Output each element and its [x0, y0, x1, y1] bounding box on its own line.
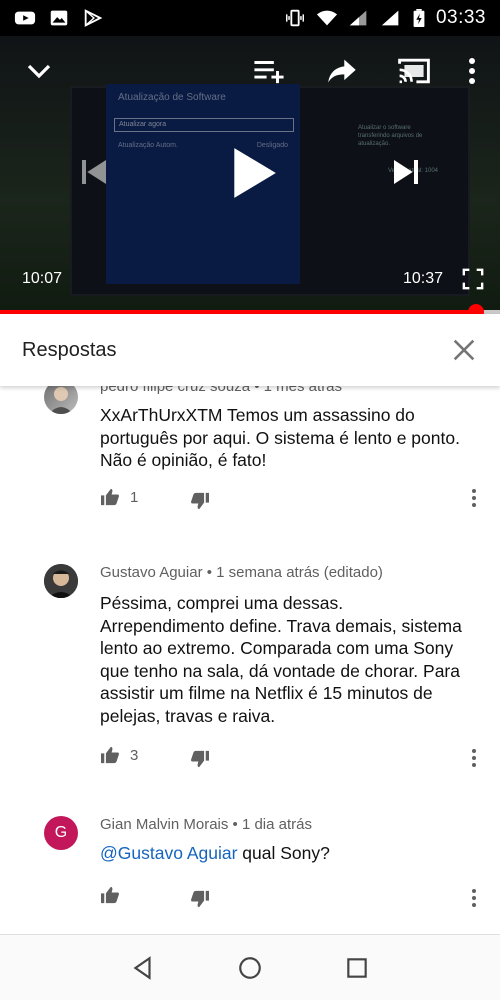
share-icon[interactable]	[326, 56, 358, 86]
replies-header: Respostas	[0, 314, 500, 386]
wifi-icon	[316, 10, 338, 26]
thumb-down-icon[interactable]	[190, 750, 210, 768]
comment-author[interactable]: pedro filipe cruz souza • 1 mês atrás	[100, 386, 342, 395]
comment-text: @Gustavo Aguiar qual Sony?	[100, 842, 470, 865]
mention-link[interactable]: @Gustavo Aguiar	[100, 843, 237, 863]
status-bar: 03:33	[0, 0, 500, 36]
youtube-icon	[14, 11, 36, 25]
system-nav-bar	[0, 934, 500, 1000]
comment-actions: 1	[100, 488, 138, 506]
current-time: 10:07	[22, 270, 63, 287]
like-count: 1	[130, 488, 139, 506]
back-icon[interactable]	[130, 955, 156, 981]
signal-icon	[381, 10, 399, 26]
thumb-down-icon[interactable]	[190, 492, 210, 510]
more-vert-icon[interactable]	[470, 488, 478, 508]
status-time: 03:33	[435, 7, 486, 28]
battery-icon	[413, 9, 425, 27]
video-player[interactable]: Atualizar o software transferindo arquiv…	[0, 36, 500, 314]
replies-list[interactable]: pedro filipe cruz souza • 1 mês atrás Xx…	[0, 386, 500, 934]
recents-icon[interactable]	[344, 955, 370, 981]
avatar[interactable]	[44, 386, 78, 414]
more-vert-icon[interactable]	[462, 56, 482, 86]
fullscreen-icon[interactable]	[462, 268, 484, 290]
cast-icon[interactable]	[396, 56, 432, 86]
comment-author[interactable]: Gian Malvin Morais • 1 dia atrás	[100, 816, 312, 833]
comment-actions: 3	[100, 746, 138, 764]
like-count: 3	[130, 746, 139, 764]
close-icon[interactable]	[450, 336, 478, 364]
play-icon[interactable]	[228, 146, 278, 200]
previous-icon[interactable]	[78, 156, 110, 188]
image-icon	[50, 10, 68, 26]
avatar[interactable]: G	[44, 816, 78, 850]
comment-text: Péssima, comprei uma dessas. Arrependime…	[100, 593, 462, 726]
add-to-queue-icon[interactable]	[252, 56, 286, 86]
home-icon[interactable]	[237, 955, 263, 981]
thumb-up-icon[interactable]	[100, 886, 120, 904]
play-store-icon	[84, 9, 103, 27]
vibrate-icon	[285, 9, 304, 27]
thumb-up-icon[interactable]	[100, 488, 120, 506]
comment-author[interactable]: Gustavo Aguiar • 1 semana atrás (editado…	[100, 564, 383, 581]
thumb-down-icon[interactable]	[190, 890, 210, 908]
duration: 10:37	[403, 270, 444, 287]
thumb-up-icon[interactable]	[100, 746, 120, 764]
avatar[interactable]	[44, 564, 78, 598]
comment-actions	[100, 886, 120, 904]
replies-title: Respostas	[22, 338, 117, 361]
comment-text-rest: qual Sony?	[237, 843, 330, 863]
signal-icon	[349, 10, 367, 26]
next-icon[interactable]	[390, 156, 422, 188]
more-vert-icon[interactable]	[470, 888, 478, 908]
more-vert-icon[interactable]	[470, 748, 478, 768]
chevron-down-icon[interactable]	[24, 56, 54, 86]
comment-text: XxArThUrxXTM Temos um assassino do portu…	[100, 405, 460, 470]
